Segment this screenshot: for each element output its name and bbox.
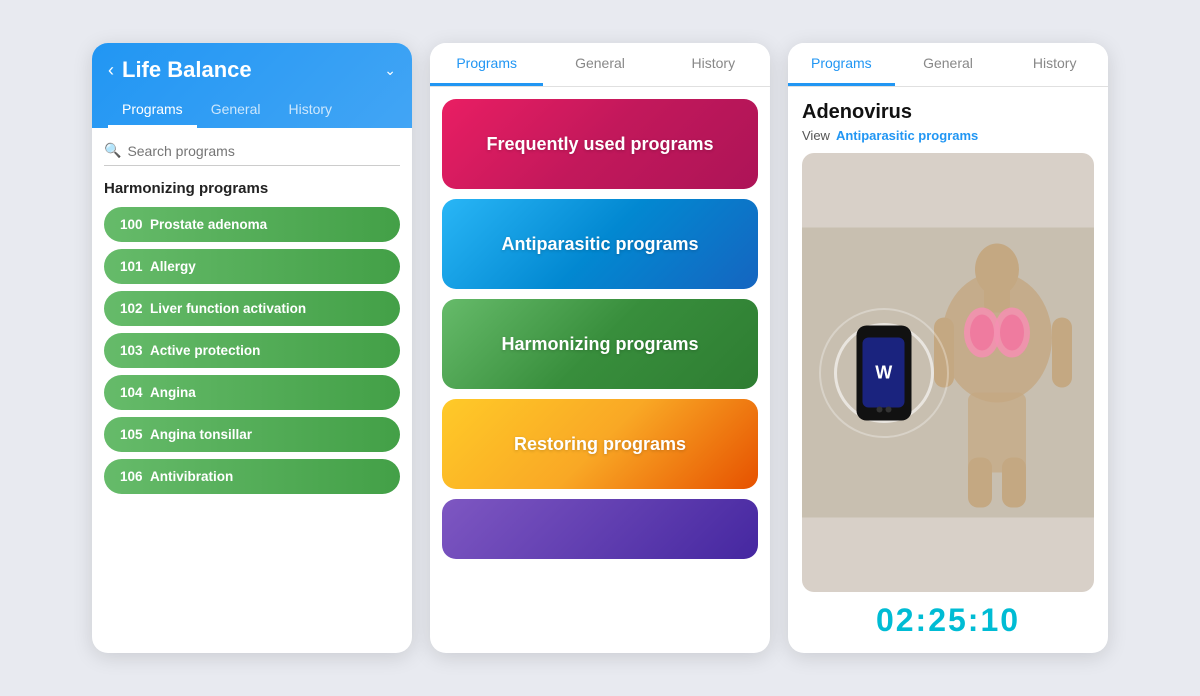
program-list: 100 Prostate adenoma 101 Allergy 102 Liv… [104, 207, 400, 494]
search-icon: 🔍 [104, 142, 121, 159]
tab-general-p2[interactable]: General [543, 43, 656, 86]
panel1-tab-bar: Programs General History [108, 93, 396, 128]
list-item[interactable]: 100 Prostate adenoma [104, 207, 400, 242]
body-image-container: W [802, 153, 1094, 592]
tab-general-p1[interactable]: General [197, 93, 275, 128]
panel3-body: Adenovirus View Antiparasitic programs [788, 87, 1108, 653]
tab-general-p3[interactable]: General [895, 43, 1002, 86]
phone-device: W [856, 325, 911, 420]
panel-center: Programs General History Frequently used… [430, 43, 770, 653]
card-more[interactable] [442, 499, 758, 559]
card-restoring[interactable]: Restoring programs [442, 399, 758, 489]
list-item[interactable]: 103 Active protection [104, 333, 400, 368]
chevron-down-icon[interactable]: ⌄ [384, 62, 396, 79]
tab-programs-p1[interactable]: Programs [108, 93, 197, 128]
panel3-tab-bar: Programs General History [788, 43, 1108, 86]
panel2-body: Frequently used programs Antiparasitic p… [430, 87, 770, 653]
view-label: View [802, 128, 830, 143]
list-item[interactable]: 104 Angina [104, 375, 400, 410]
card-frequently-used[interactable]: Frequently used programs [442, 99, 758, 189]
panel2-tab-bar: Programs General History [430, 43, 770, 87]
program-title: Adenovirus [802, 101, 1094, 124]
tab-programs-p3[interactable]: Programs [788, 43, 895, 86]
list-item[interactable]: 106 Antivibration [104, 459, 400, 494]
list-item[interactable]: 102 Liver function activation [104, 291, 400, 326]
card-harmonizing[interactable]: Harmonizing programs [442, 299, 758, 389]
timer-display: 02:25:10 [802, 592, 1094, 639]
panel2-header: Programs General History [430, 43, 770, 87]
phone-screen: W [863, 338, 905, 408]
card-label: Restoring programs [514, 434, 686, 455]
view-link[interactable]: Antiparasitic programs [836, 128, 978, 143]
title-row: ‹ Life Balance ⌄ [108, 57, 396, 83]
search-row: 🔍 [104, 142, 400, 166]
tab-history-p1[interactable]: History [275, 93, 347, 128]
view-row: View Antiparasitic programs [802, 128, 1094, 143]
panel1-header: ‹ Life Balance ⌄ Programs General Histor… [92, 43, 412, 128]
list-item[interactable]: 105 Angina tonsillar [104, 417, 400, 452]
tab-history-p3[interactable]: History [1001, 43, 1108, 86]
app-title: Life Balance [122, 57, 376, 83]
panel3-header: Programs General History [788, 43, 1108, 87]
phone-dots [876, 406, 891, 412]
tab-history-p2[interactable]: History [657, 43, 770, 86]
card-label: Harmonizing programs [501, 334, 698, 355]
tab-programs-p2[interactable]: Programs [430, 43, 543, 86]
card-label: Frequently used programs [486, 134, 713, 155]
card-antiparasitic[interactable]: Antiparasitic programs [442, 199, 758, 289]
section-title: Harmonizing programs [104, 180, 400, 197]
list-item[interactable]: 101 Allergy [104, 249, 400, 284]
panel-left: ‹ Life Balance ⌄ Programs General Histor… [92, 43, 412, 653]
card-label: Antiparasitic programs [501, 234, 698, 255]
phone-logo: W [875, 362, 892, 383]
panel-right: Programs General History Adenovirus View… [788, 43, 1108, 653]
search-input[interactable] [127, 143, 400, 159]
back-button[interactable]: ‹ [108, 61, 114, 79]
panel1-body: 🔍 Harmonizing programs 100 Prostate aden… [92, 128, 412, 653]
